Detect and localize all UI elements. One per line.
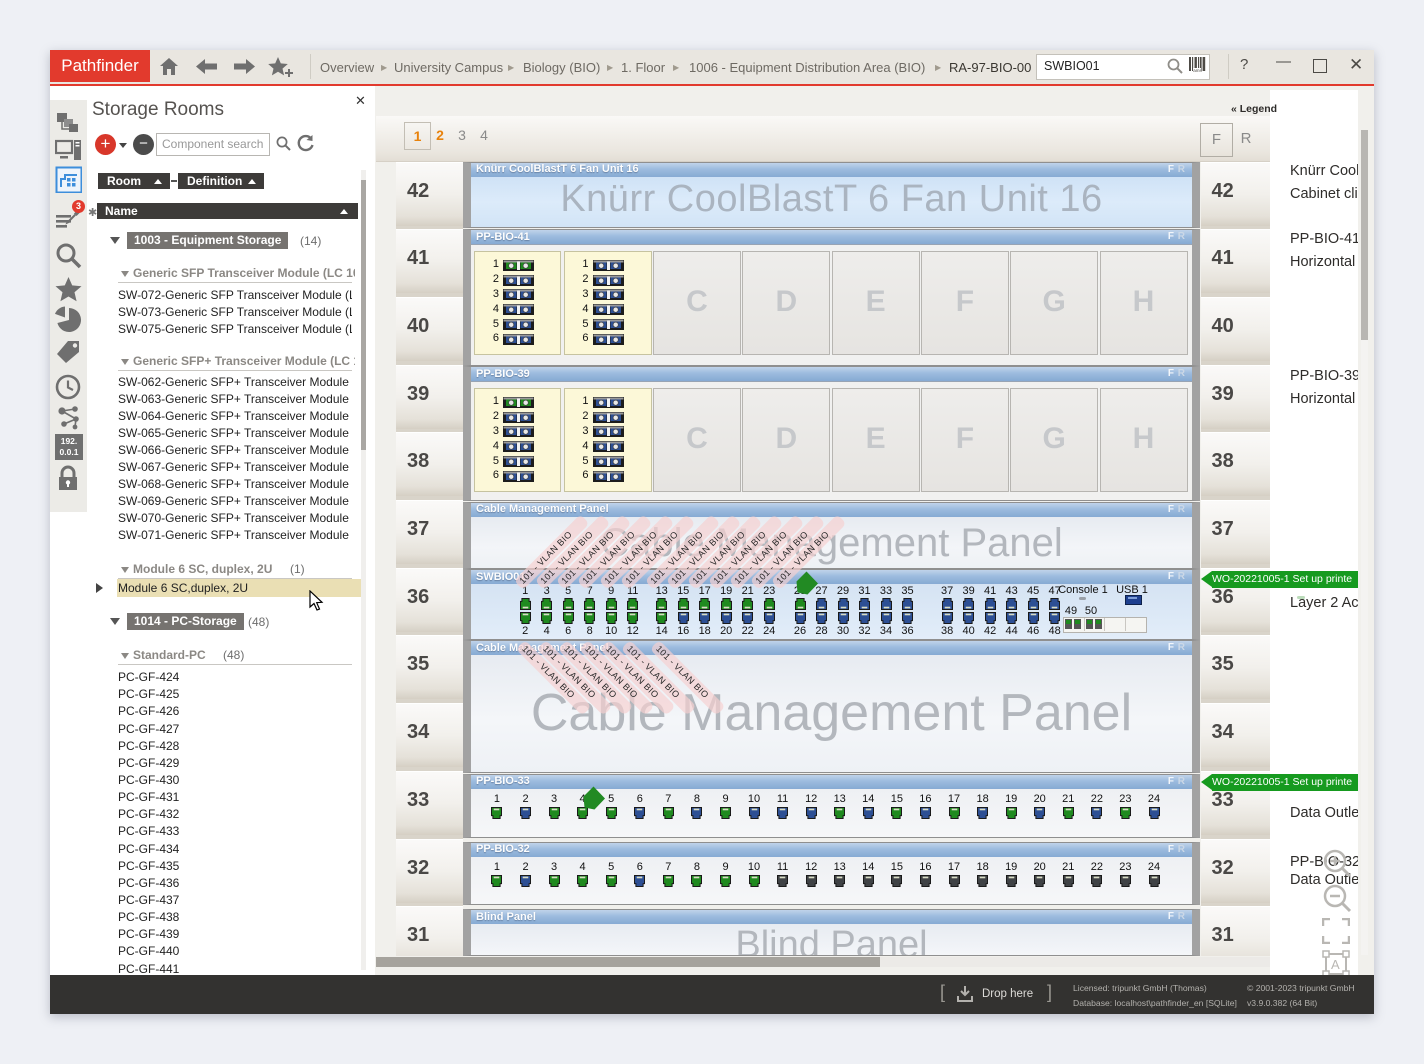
svg-text:ams: ams [1193, 68, 1202, 73]
svg-text:A: A [1331, 957, 1340, 972]
